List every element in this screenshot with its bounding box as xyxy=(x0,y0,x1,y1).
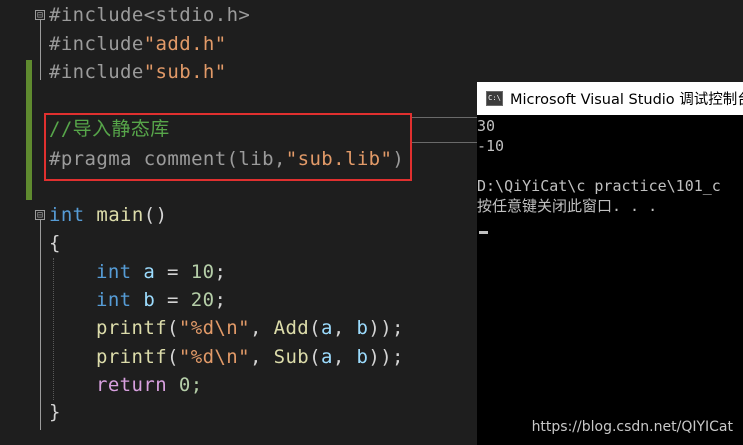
argument: b xyxy=(356,317,369,339)
header-string: "add.h" xyxy=(143,33,227,55)
console-title: Microsoft Visual Studio 调试控制台 xyxy=(510,92,743,108)
function-call: Sub xyxy=(273,346,310,368)
header-string: "sub.h" xyxy=(143,61,227,83)
argument: a xyxy=(321,346,333,368)
console-line: 按任意键关闭此窗口. . . xyxy=(477,197,658,215)
debug-console-window[interactable]: C:\ Microsoft Visual Studio 调试控制台 30 -10… xyxy=(477,82,743,445)
console-line: D:\QiYiCat\c practice\101_c xyxy=(477,177,721,195)
format-string: "%d\n" xyxy=(178,346,250,368)
return-type: int xyxy=(49,204,85,226)
code-line-printf-add[interactable]: printf("%d\n", Add(a, b)); xyxy=(96,314,404,342)
semicolon: ; xyxy=(214,289,227,311)
collapse-icon[interactable]: ⊟ xyxy=(35,210,45,221)
return-value: 0; xyxy=(167,374,203,396)
change-indicator xyxy=(26,60,32,200)
highlight-box xyxy=(44,113,412,181)
preprocessor-directive: #include xyxy=(49,33,144,55)
type-keyword: int xyxy=(96,289,132,311)
function-name: main xyxy=(96,204,144,226)
return-keyword: return xyxy=(96,374,168,396)
semicolon: ; xyxy=(214,261,227,283)
separator: , xyxy=(332,317,357,339)
code-line-decl-a[interactable]: int a = 10; xyxy=(96,258,226,286)
separator: , xyxy=(332,346,357,368)
operator: = xyxy=(155,261,191,283)
indent-guide xyxy=(53,258,54,400)
console-app-icon: C:\ xyxy=(486,91,503,106)
code-line-open-brace[interactable]: { xyxy=(49,229,61,257)
code-line-decl-b[interactable]: int b = 20; xyxy=(96,286,226,314)
close-parens: )); xyxy=(368,317,404,339)
paren: ( xyxy=(167,317,179,339)
paren: ( xyxy=(309,346,321,368)
console-title-bar[interactable]: C:\ Microsoft Visual Studio 调试控制台 xyxy=(477,82,743,115)
fold-guide xyxy=(40,220,41,430)
argument: b xyxy=(356,346,369,368)
number: 20 xyxy=(190,289,215,311)
function-call: Add xyxy=(273,317,310,339)
preprocessor-directive: #include xyxy=(49,61,144,83)
code-line-printf-sub[interactable]: printf("%d\n", Sub(a, b)); xyxy=(96,343,404,371)
paren: ( xyxy=(309,317,321,339)
collapse-icon[interactable]: ⊟ xyxy=(35,10,45,21)
fold-guide xyxy=(40,20,41,80)
console-line: -10 xyxy=(477,137,505,155)
code-line-include-stdio[interactable]: #include<stdio.h> xyxy=(49,1,250,29)
separator-line xyxy=(412,117,477,118)
text-cursor xyxy=(479,231,488,234)
preprocessor-directive: #include xyxy=(49,4,144,26)
type-keyword: int xyxy=(96,261,132,283)
watermark: https://blog.csdn.net/QIYICat xyxy=(531,419,733,435)
code-line-return[interactable]: return 0; xyxy=(96,371,203,399)
code-line-include-sub[interactable]: #include"sub.h" xyxy=(49,58,227,86)
format-string: "%d\n" xyxy=(178,317,250,339)
operator: = xyxy=(155,289,191,311)
paren: ( xyxy=(167,346,179,368)
code-line-close-brace[interactable]: } xyxy=(49,398,61,426)
separator: , xyxy=(249,317,274,339)
console-output[interactable]: 30 -10 D:\QiYiCat\c practice\101_c 按任意键关… xyxy=(477,116,743,216)
header-name: <stdio.h> xyxy=(143,4,251,26)
function-call: printf xyxy=(96,346,168,368)
code-line-include-add[interactable]: #include"add.h" xyxy=(49,30,227,58)
function-call: printf xyxy=(96,317,168,339)
separator-line xyxy=(412,142,477,143)
console-line: 30 xyxy=(477,117,496,135)
close-parens: )); xyxy=(368,346,404,368)
code-line-main[interactable]: int main() xyxy=(49,201,167,229)
number: 10 xyxy=(190,261,215,283)
variable: a xyxy=(143,261,156,283)
argument: a xyxy=(321,317,333,339)
separator: , xyxy=(249,346,274,368)
variable: b xyxy=(143,289,156,311)
parens: () xyxy=(143,204,168,226)
